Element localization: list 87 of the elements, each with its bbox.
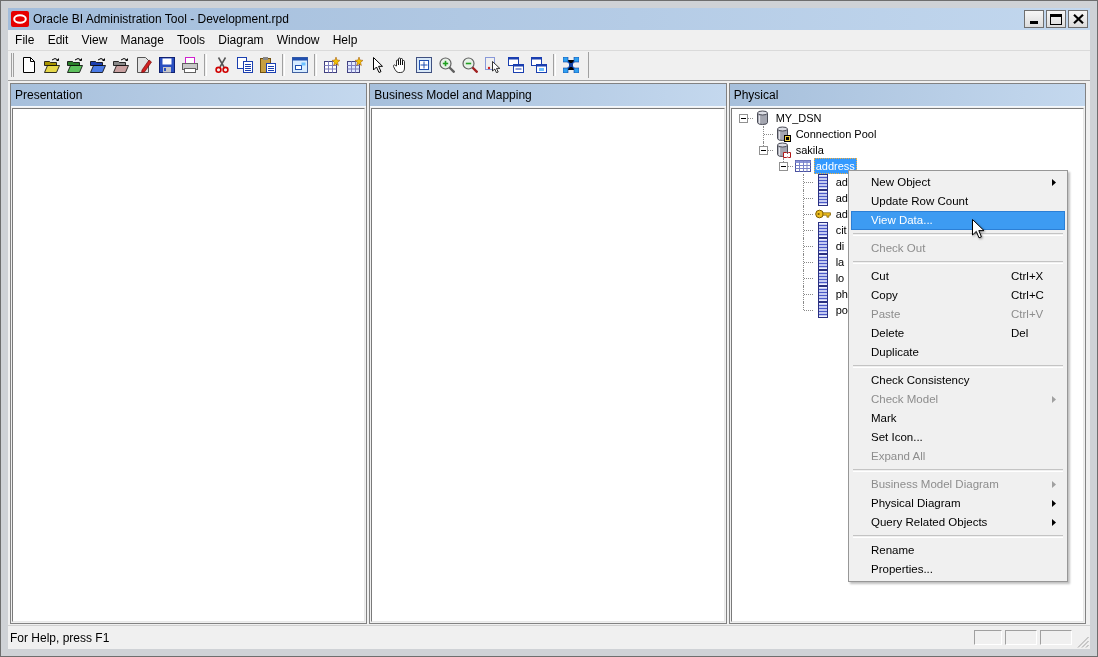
status-text: For Help, press F1 [10,630,110,645]
menubar-item[interactable]: Tools [170,31,212,49]
resize-grip-icon[interactable] [1077,636,1089,648]
submenu-arrow-icon [1052,481,1056,488]
collapse-icon[interactable] [758,145,768,155]
context-menu-item[interactable]: Query Related Objects [851,513,1065,532]
tree-item[interactable]: ad [833,190,850,206]
tree-item[interactable]: MY_DSN [773,110,824,126]
status-bar-pane [974,630,1002,645]
windows-icon[interactable] [530,57,547,73]
window-icon[interactable] [291,57,308,73]
tree-item[interactable]: po [833,302,850,318]
folder-icon[interactable] [89,57,106,73]
window-title: Oracle BI Administration Tool - Development.rpd [33,12,289,26]
menubar-item[interactable]: Help [326,31,364,49]
submenu-arrow-icon [1052,500,1056,507]
pane-title: Presentation [11,84,367,107]
status-bar-pane [1005,630,1037,645]
zoom-in-icon[interactable] [438,57,455,73]
pane-title: Business Model and Mapping [370,84,726,107]
collapse-icon[interactable] [738,113,748,123]
context-menu-item[interactable]: Duplicate [851,343,1065,362]
context-menu-item[interactable]: New Object [851,173,1065,192]
tree-item[interactable]: sakila [793,142,826,158]
menubar-item[interactable]: Window [270,31,327,49]
menubar-item[interactable]: Edit [41,31,75,49]
tree-item[interactable]: ph [833,286,850,302]
close-button[interactable] [1068,10,1088,28]
table-icon [794,158,811,174]
maximize-icon [1050,13,1062,25]
shortcut-text: Ctrl+X [1011,269,1044,284]
context-menu-item[interactable]: Physical Diagram [851,494,1065,513]
table-star-icon[interactable] [323,57,340,73]
database-icon [754,110,771,126]
context-menu-item[interactable]: Rename [851,541,1065,560]
context-menu-item[interactable]: Mark [851,409,1065,428]
menubar-item[interactable]: File [8,31,42,49]
network-icon[interactable] [562,57,579,73]
database-book-icon [774,142,791,158]
close-icon [1072,14,1084,24]
shortcut-text: Ctrl+V [1011,307,1044,322]
print-icon[interactable] [181,57,198,73]
collapse-icon[interactable] [778,161,788,171]
menubar-item[interactable]: Diagram [211,31,271,49]
shortcut-text: Ctrl+C [1011,288,1044,303]
cut-icon[interactable] [213,57,230,73]
mouse-pointer-icon [972,219,985,239]
tree-item[interactable]: Connection Pool [793,126,879,142]
context-menu-item[interactable]: Update Row Count [851,192,1065,211]
tree-item[interactable]: ad [833,206,850,222]
minimize-button[interactable] [1024,10,1044,28]
menubar-item[interactable]: View [74,31,114,49]
copy-icon[interactable] [236,57,253,73]
status-bar-pane [1040,630,1072,645]
zoom-fit-icon[interactable] [415,57,432,73]
maximize-button[interactable] [1046,10,1066,28]
dotted-pointer-icon[interactable] [484,57,501,73]
context-menu-item[interactable]: Copy Ctrl+C [851,286,1065,305]
shortcut-text: Del [1011,326,1029,341]
context-menu-item[interactable]: Cut Ctrl+X [851,267,1065,286]
pane-title: Physical [729,84,1085,107]
submenu-arrow-icon [1052,519,1056,526]
zoom-out-icon[interactable] [461,57,478,73]
context-menu-item[interactable]: Properties... [851,560,1065,579]
folder-icon[interactable] [43,57,60,73]
context-menu-item[interactable]: Set Icon... [851,428,1065,447]
menubar-item[interactable]: Manage [113,31,171,49]
folder-icon[interactable] [112,57,129,73]
new-file-icon[interactable] [20,57,37,73]
tree-item[interactable]: lo [833,270,847,286]
paste-icon[interactable] [259,57,276,73]
folder-icon[interactable] [66,57,83,73]
submenu-arrow-icon [1052,179,1056,186]
context-menu-item[interactable]: Delete Del [851,324,1065,343]
tree-item[interactable]: di [833,238,847,254]
tree-item[interactable]: la [833,254,847,270]
database-plug-icon [774,126,791,142]
save-icon[interactable] [158,57,175,73]
grid-star-icon[interactable] [346,57,363,73]
document-pencil-icon[interactable] [135,57,152,73]
app-icon [11,11,29,27]
tree-item[interactable]: cit [833,222,849,238]
tree-item[interactable]: ad [833,174,850,190]
windows-icon[interactable] [507,57,524,73]
submenu-arrow-icon [1052,396,1056,403]
minimize-icon [1030,21,1038,24]
context-menu-item[interactable]: Check Consistency [851,371,1065,390]
